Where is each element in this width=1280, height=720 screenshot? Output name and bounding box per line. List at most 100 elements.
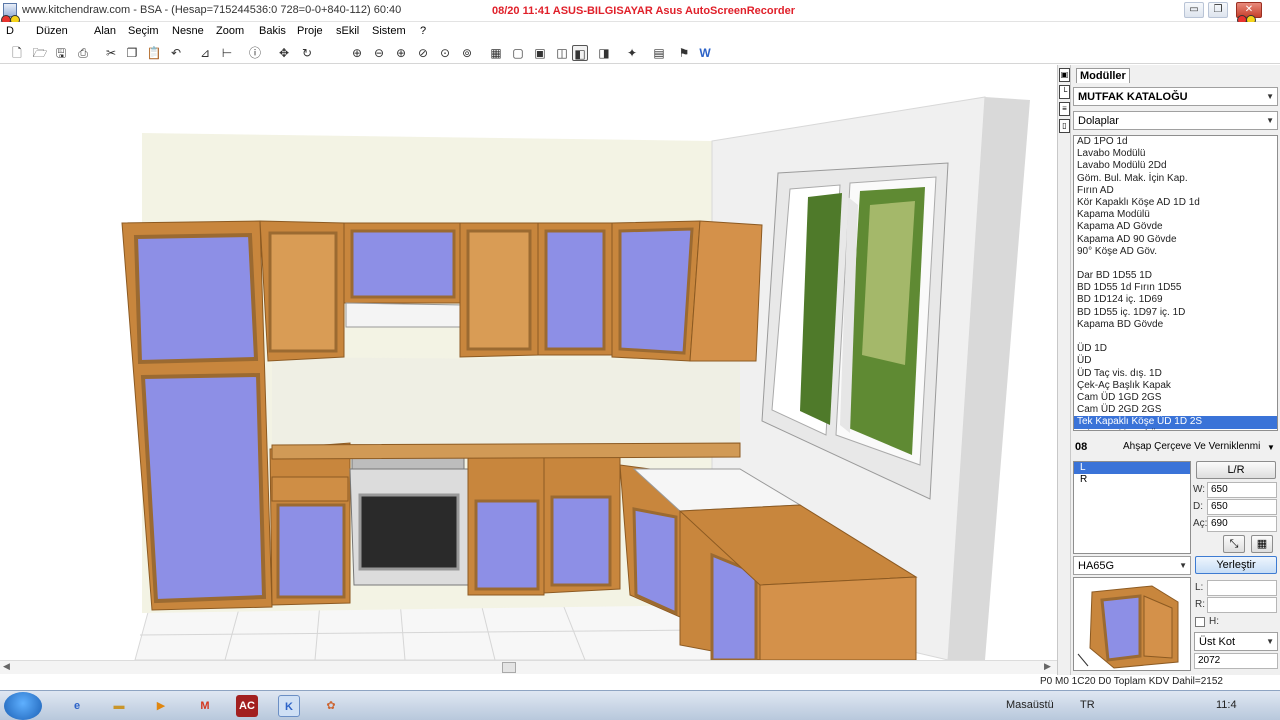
list-item[interactable]: Kapama BD Gövde [1074, 319, 1277, 331]
zoom-prev-icon[interactable]: ⊙ [437, 45, 453, 61]
tray-desktop-label[interactable]: Masaüstü [1006, 699, 1054, 711]
perspective-view-icon[interactable]: ◧ [572, 45, 588, 61]
3d-view-icon[interactable]: ◫ [554, 45, 570, 61]
folder-icon[interactable]: ▬ [108, 695, 130, 717]
list-item[interactable]: BD 1D124 iç. 1D69 [1074, 294, 1277, 306]
zoom-window-icon[interactable]: ⊕ [393, 45, 409, 61]
menu-object[interactable]: Nesne [172, 25, 204, 37]
office-icon[interactable]: M [194, 695, 216, 717]
print-icon[interactable]: ⎙ [75, 45, 91, 61]
zoom-next-icon[interactable]: ⊚ [459, 45, 475, 61]
list-item[interactable]: Tek Kapaklı Raf ÜD 1S [1074, 429, 1277, 431]
list-item[interactable]: L [1074, 462, 1190, 474]
depth-field[interactable]: 650 [1207, 499, 1277, 515]
menu-edit[interactable]: Düzen [36, 25, 68, 37]
3d-viewport[interactable] [0, 65, 1057, 660]
resize-icon[interactable]: ⤡ [1223, 535, 1245, 553]
menu-help[interactable]: ? [420, 25, 426, 37]
r-field[interactable] [1207, 597, 1277, 613]
list-item[interactable]: ÜD [1074, 355, 1277, 367]
undo-icon[interactable]: ↶ [168, 45, 184, 61]
menu-view[interactable]: Bakis [259, 25, 286, 37]
info-icon[interactable]: ⓘ [247, 45, 263, 61]
scroll-right-icon[interactable]: ▶ [1044, 661, 1051, 672]
h-checkbox[interactable] [1195, 617, 1205, 627]
list-item[interactable]: Kapama Modülü [1074, 209, 1277, 221]
list-item[interactable]: R [1074, 474, 1190, 486]
grid-icon[interactable]: ▦ [1251, 535, 1273, 553]
measure-icon[interactable]: ⊿ [197, 45, 213, 61]
zoom-all-icon[interactable]: ⊘ [415, 45, 431, 61]
list-item[interactable]: BD 1D55 iç. 1D97 iç. 1D [1074, 307, 1277, 319]
menu-project[interactable]: Proje [297, 25, 323, 37]
flag-icon[interactable]: ⚑ [676, 45, 692, 61]
list-item[interactable]: ÜD Taç vis. dış. 1D [1074, 368, 1277, 380]
list-item[interactable]: Göm. Bul. Mak. İçin Kap. [1074, 173, 1277, 185]
list-item[interactable]: Kör Kapaklı Köşe AD 1D 1d [1074, 197, 1277, 209]
box-view-icon[interactable]: ▣ [532, 45, 548, 61]
list-item[interactable] [1074, 331, 1277, 343]
zoom-out-icon[interactable]: ⊖ [371, 45, 387, 61]
media-icon[interactable]: ▶ [150, 695, 172, 717]
new-icon[interactable]: 🗋 [9, 45, 25, 61]
menu-system[interactable]: Sistem [372, 25, 406, 37]
kot-select[interactable]: Üst Kot ▼ [1194, 632, 1278, 651]
kitchendraw-icon[interactable]: K [278, 695, 300, 717]
ie-icon[interactable]: e [66, 695, 88, 717]
move-icon[interactable]: ✥ [276, 45, 292, 61]
list-item[interactable]: Kapama AD 90 Gövde [1074, 234, 1277, 246]
model-select[interactable]: HA65G ▼ [1073, 556, 1191, 575]
wall-tool-icon[interactable]: └ [1059, 85, 1070, 99]
list-item[interactable]: Cam ÜD 1GD 2GS [1074, 392, 1277, 404]
menu-area[interactable]: Alan [94, 25, 116, 37]
hinge-list[interactable]: L R [1073, 461, 1191, 554]
w-icon[interactable]: W [697, 45, 713, 61]
paint-icon[interactable]: ✿ [320, 695, 342, 717]
module-list[interactable]: AD 1PO 1d Lavabo Modülü Lavabo Modülü 2Dd G… [1073, 135, 1278, 431]
open-icon[interactable]: 🗁 [32, 45, 48, 61]
zoom-in-icon[interactable]: ⊕ [349, 45, 365, 61]
viewport-horizontal-scrollbar[interactable]: ◀ ▶ [0, 660, 1057, 674]
catalog-tool-icon[interactable]: ▣ [1059, 68, 1070, 82]
list-item[interactable] [1074, 258, 1277, 270]
lr-button[interactable]: L/R [1196, 461, 1276, 479]
list-item[interactable]: Fırın AD [1074, 185, 1277, 197]
chevron-down-icon[interactable]: ▼ [1267, 443, 1275, 452]
category-select[interactable]: Dolaplar ▼ [1073, 111, 1278, 130]
list-item[interactable]: ÜD 1D [1074, 343, 1277, 355]
paste-icon[interactable]: 📋 [146, 45, 162, 61]
height-field[interactable]: 690 [1207, 516, 1277, 532]
start-button[interactable] [4, 692, 42, 720]
list-item[interactable]: Cam ÜD 2GD 2GS [1074, 404, 1277, 416]
list-item[interactable]: Tek Kapaklı Köşe ÜD 1D 2S [1074, 416, 1277, 429]
menu-zoom[interactable]: Zoom [216, 25, 244, 37]
scroll-left-icon[interactable]: ◀ [3, 661, 10, 672]
tab-modules[interactable]: Modüller [1076, 68, 1130, 83]
list-item[interactable]: Lavabo Modülü [1074, 148, 1277, 160]
material-icon[interactable]: ▤ [651, 45, 667, 61]
rotate-icon[interactable]: ↻ [299, 45, 315, 61]
menu-shape[interactable]: sEkil [336, 25, 359, 37]
tray-language[interactable]: TR [1080, 699, 1095, 711]
page-tool-icon[interactable]: ▯ [1059, 119, 1070, 133]
save-icon[interactable]: 🖫 [53, 45, 69, 61]
list-item[interactable]: Çek-Aç Başlık Kapak [1074, 380, 1277, 392]
catalog-select[interactable]: MUTFAK KATALOĞU ▼ [1073, 87, 1278, 106]
list-item[interactable]: 90° Köşe AD Göv. [1074, 246, 1277, 258]
list-item[interactable]: Kapama AD Gövde [1074, 221, 1277, 233]
menu-select[interactable]: Seçim [128, 25, 159, 37]
tray-clock[interactable]: 11:4 [1216, 699, 1237, 711]
render-icon[interactable]: ◨ [596, 45, 612, 61]
list-item[interactable]: AD 1PO 1d [1074, 136, 1277, 148]
list-item[interactable]: BD 1D55 1d Fırın 1D55 [1074, 282, 1277, 294]
elevation-view-icon[interactable]: ▢ [510, 45, 526, 61]
autocad-icon[interactable]: AC [236, 695, 258, 717]
list-item[interactable]: Dar BD 1D55 1D [1074, 270, 1277, 282]
place-button[interactable]: Yerleştir [1195, 556, 1277, 574]
kot-value-field[interactable]: 2072 [1194, 653, 1278, 669]
minimize-button[interactable]: ▭ [1184, 2, 1204, 18]
light-icon[interactable]: ✦ [624, 45, 640, 61]
maximize-button[interactable]: ❐ [1208, 2, 1228, 18]
cut-icon[interactable]: ✂ [103, 45, 119, 61]
plan-view-icon[interactable]: ▦ [488, 45, 504, 61]
